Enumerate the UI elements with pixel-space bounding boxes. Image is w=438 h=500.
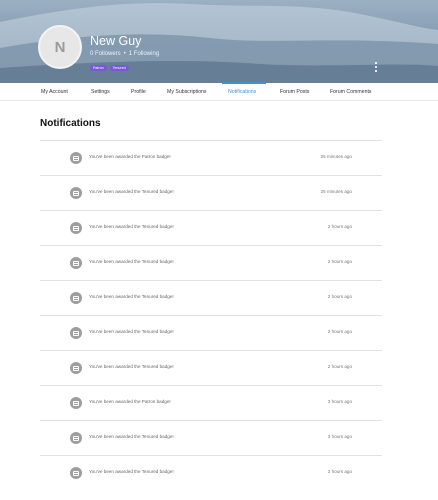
follow-counts: 0 Followers • 1 Following [90, 51, 159, 57]
notification-text: You've been awarded the Tenured badge! [89, 259, 174, 264]
message-icon [70, 292, 82, 304]
tab-forum-posts[interactable]: Forum Posts [280, 83, 309, 101]
notification-item[interactable]: You've been awarded the Tenured badge! 3… [40, 420, 382, 455]
followers-count[interactable]: 0 Followers [90, 51, 121, 57]
notification-text: You've been awarded the Tenured badge! [89, 364, 174, 369]
notification-item[interactable]: You've been awarded the Patron badge! 25… [40, 140, 382, 175]
notification-item[interactable]: You've been awarded the Tenured badge! 2… [40, 245, 382, 280]
notification-time: 2 hours ago [327, 364, 352, 369]
notification-item[interactable]: You've been awarded the Tenured badge! 2… [40, 175, 382, 210]
message-icon [70, 257, 82, 269]
notification-time: 2 hours ago [327, 259, 352, 264]
message-icon [70, 222, 82, 234]
notification-item[interactable]: You've been awarded the Tenured badge! 2… [40, 280, 382, 315]
notification-time: 3 hours ago [327, 399, 352, 404]
active-tab-indicator [222, 82, 266, 84]
tab-my-subscriptions[interactable]: My Subscriptions [167, 83, 207, 101]
badge-tenured: Tenured [109, 65, 129, 71]
notification-text: You've been awarded the Tenured badge! [89, 329, 174, 334]
page-title: Notifications [40, 118, 101, 129]
notification-time: 3 hours ago [327, 434, 352, 439]
tab-settings[interactable]: Settings [91, 83, 110, 101]
profile-username: New Guy [90, 34, 142, 48]
follow-separator: • [123, 51, 126, 57]
notification-text: You've been awarded the Tenured badge! [89, 434, 174, 439]
badge-patron: Patron [90, 65, 107, 71]
notification-item[interactable]: You've been awarded the Tenured badge! 2… [40, 315, 382, 350]
profile-tabs: My Account Settings Profile My Subscript… [0, 83, 438, 101]
tab-profile[interactable]: Profile [131, 83, 146, 101]
notification-time: 3 hours ago [327, 469, 352, 474]
following-count[interactable]: 1 Following [129, 51, 159, 57]
notification-time: 2 hours ago [327, 294, 352, 299]
notification-text: You've been awarded the Tenured badge! [89, 224, 174, 229]
message-icon [70, 432, 82, 444]
tab-notifications[interactable]: Notifications [228, 83, 256, 101]
notification-time: 25 minutes ago [320, 189, 352, 194]
tab-my-account[interactable]: My Account [41, 83, 68, 101]
notification-time: 2 hours ago [327, 329, 352, 334]
notification-text: You've been awarded the Tenured badge! [89, 189, 174, 194]
notification-list: You've been awarded the Patron badge! 25… [40, 140, 382, 490]
message-icon [70, 187, 82, 199]
notification-item[interactable]: You've been awarded the Tenured badge! 3… [40, 455, 382, 490]
notification-item[interactable]: You've been awarded the Tenured badge! 2… [40, 350, 382, 385]
message-icon [70, 362, 82, 374]
avatar-initial: N [54, 38, 66, 56]
message-icon [70, 327, 82, 339]
profile-badges: Patron Tenured [90, 65, 129, 71]
message-icon [70, 467, 82, 479]
message-icon [70, 397, 82, 409]
notification-text: You've been awarded the Tenured badge! [89, 294, 174, 299]
notification-item[interactable]: You've been awarded the Patron badge! 3 … [40, 385, 382, 420]
notification-text: You've been awarded the Patron badge! [89, 154, 171, 159]
notification-time: 2 hours ago [327, 224, 352, 229]
notification-time: 25 minutes ago [320, 154, 352, 159]
message-icon [70, 152, 82, 164]
avatar: N [38, 25, 82, 69]
tab-forum-comments[interactable]: Forum Comments [330, 83, 372, 101]
notification-text: You've been awarded the Tenured badge! [89, 469, 174, 474]
notification-item[interactable]: You've been awarded the Tenured badge! 2… [40, 210, 382, 245]
notification-text: You've been awarded the Patron badge! [89, 399, 171, 404]
more-options-icon[interactable] [374, 62, 378, 72]
